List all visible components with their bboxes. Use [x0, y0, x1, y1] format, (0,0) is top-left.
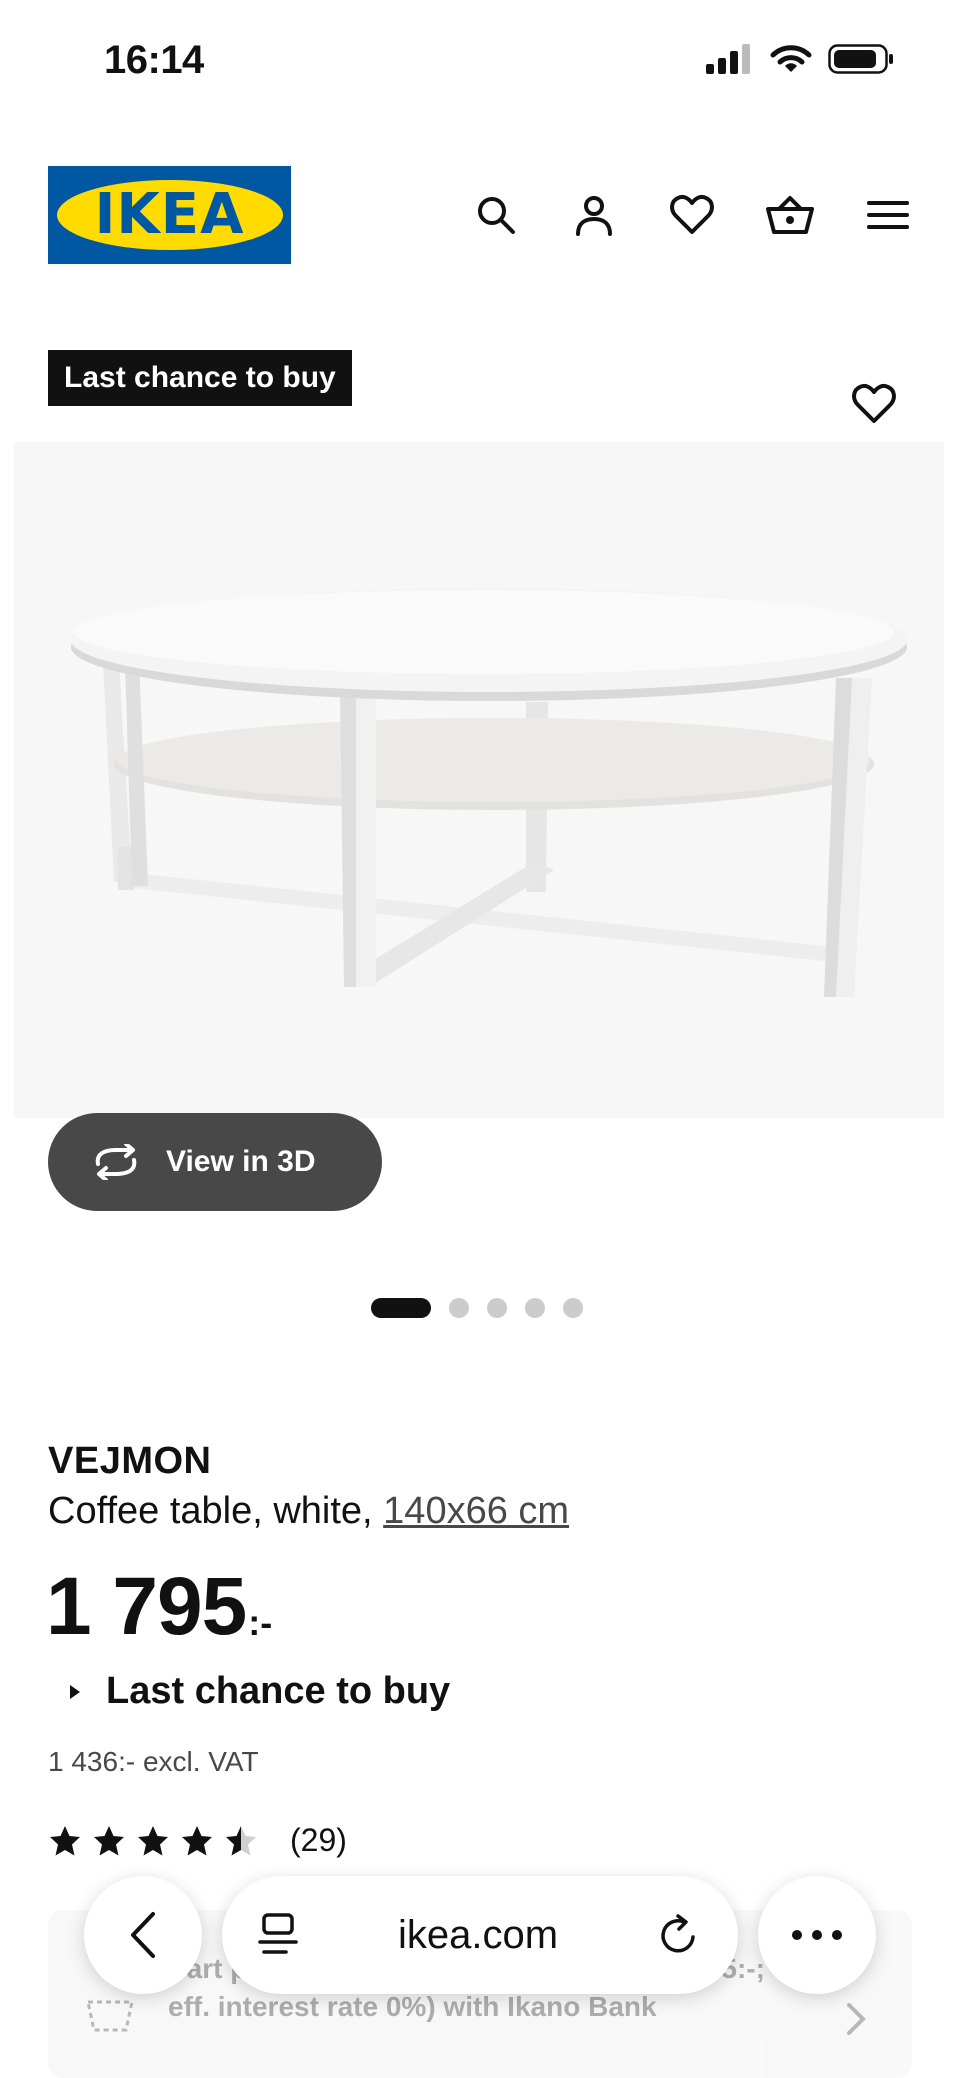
site-header: IKEA: [0, 160, 960, 270]
browser-back-button[interactable]: [84, 1876, 202, 1994]
coffee-table-illustration: [71, 588, 907, 997]
search-icon: [478, 197, 515, 234]
carousel-dots: [371, 1298, 583, 1318]
ikea-logo[interactable]: IKEA: [48, 166, 291, 264]
carousel-dot-1[interactable]: [371, 1298, 431, 1318]
price-excl-vat: 1 436:- excl. VAT: [48, 1746, 259, 1777]
star-icon: [182, 1825, 212, 1855]
product-size-link[interactable]: 140x66 cm: [383, 1490, 569, 1532]
product-price: 1 795 :-: [46, 1566, 272, 1648]
view-in-3d-label: View in 3D: [166, 1145, 316, 1178]
logo-oval: IKEA: [56, 180, 283, 250]
carousel-dot-3[interactable]: [487, 1298, 507, 1318]
star-icon: [138, 1825, 168, 1855]
browser-more-button[interactable]: [758, 1876, 876, 1994]
product-name: VEJMON: [48, 1440, 212, 1482]
star-icon: [94, 1825, 124, 1855]
product-rating[interactable]: (29): [48, 1822, 347, 1859]
rating-count: (29): [290, 1822, 347, 1858]
add-to-wishlist-button[interactable]: [842, 372, 906, 436]
reload-icon[interactable]: [658, 1913, 700, 1957]
wifi-icon: [770, 45, 812, 72]
last-chance-badge: Last chance to buy: [48, 350, 352, 406]
chevron-left-icon: [131, 1912, 155, 1958]
caret-right-icon: [70, 1684, 80, 1699]
availability-toggle[interactable]: Last chance to buy: [70, 1670, 450, 1713]
availability-label: Last chance to buy: [106, 1670, 451, 1712]
menu-button[interactable]: [856, 183, 920, 247]
search-button[interactable]: [464, 183, 528, 247]
more-icon: [792, 1930, 842, 1940]
price-value: 1 795: [46, 1561, 247, 1652]
cart-button[interactable]: [758, 183, 822, 247]
account-icon: [576, 196, 612, 236]
status-icons: [706, 44, 894, 74]
page-menu-icon: [258, 1913, 298, 1954]
heart-icon: [852, 383, 896, 423]
product-desc-text: Coffee table, white,: [48, 1490, 384, 1532]
status-bar: 16:14: [0, 0, 960, 110]
status-time: 16:14: [104, 38, 204, 82]
address-bar[interactable]: ikea.com: [222, 1876, 738, 1994]
carousel-dot-5[interactable]: [563, 1298, 583, 1318]
battery-icon: [828, 44, 893, 74]
url-text: ikea.com: [397, 1912, 559, 1957]
wishlist-button[interactable]: [660, 183, 724, 247]
menu-icon: [867, 201, 909, 229]
heart-icon: [670, 194, 714, 234]
price-suffix: :-: [248, 1602, 273, 1643]
cart-icon: [766, 196, 814, 234]
product-description: Coffee table, white, 140x66 cm: [48, 1490, 569, 1533]
signal-icon: [706, 44, 750, 74]
rotate-3d-icon: [95, 1144, 137, 1180]
product-image[interactable]: [14, 442, 944, 1118]
rating-stars: [48, 1825, 258, 1857]
account-button[interactable]: [562, 183, 626, 247]
header-actions: [464, 183, 920, 247]
browser-toolbar: ikea.com: [0, 1860, 960, 2010]
star-icon: [50, 1825, 80, 1855]
carousel-dot-4[interactable]: [525, 1298, 545, 1318]
view-in-3d-button[interactable]: View in 3D: [48, 1113, 382, 1211]
logo-text: IKEA: [94, 182, 245, 247]
carousel-dot-2[interactable]: [449, 1298, 469, 1318]
star-half-icon: [226, 1825, 256, 1855]
